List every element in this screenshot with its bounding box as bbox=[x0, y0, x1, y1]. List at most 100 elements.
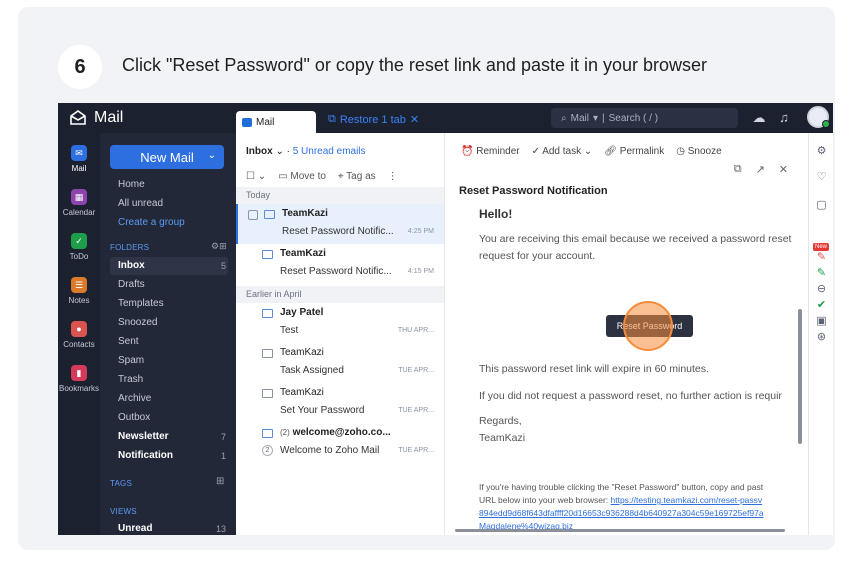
tab-mail[interactable]: Mail bbox=[236, 111, 316, 133]
folder-outbox[interactable]: Outbox bbox=[118, 412, 150, 423]
alarm-icon: ⏰ bbox=[461, 146, 477, 157]
reset-url-link-cont[interactable]: 894edd9d68f643dfaffff20d16653c936288d4b6… bbox=[479, 507, 764, 520]
calendar-icon: ▦ bbox=[71, 189, 87, 205]
views-section-title: VIEWS bbox=[110, 507, 137, 516]
list-item[interactable]: TeamKazi Set Your Password TUE APR... bbox=[236, 383, 444, 423]
link-icon[interactable]: ⊖ bbox=[815, 283, 828, 296]
folder-snoozed[interactable]: Snoozed bbox=[118, 317, 157, 328]
bell-icon[interactable]: ♫ bbox=[776, 110, 792, 126]
vertical-scrollbar[interactable] bbox=[798, 209, 802, 529]
email-greeting: Hello! bbox=[479, 207, 513, 221]
reader-toolbar: ⏰ Reminder ✓ Add task ⌄ 🔗︎ Permalink ◷ S… bbox=[461, 146, 722, 157]
folder-templates[interactable]: Templates bbox=[118, 298, 164, 309]
edit-icon[interactable]: ✎ bbox=[815, 267, 828, 280]
nav-home[interactable]: Home bbox=[118, 179, 145, 190]
add-task-button[interactable]: ✓ Add task ⌄ bbox=[532, 146, 593, 157]
permalink-button[interactable]: 🔗︎ Permalink bbox=[604, 146, 664, 157]
move-to-button[interactable]: ▭ Move to bbox=[278, 171, 326, 182]
rail-item-calendar[interactable]: ▦ Calendar bbox=[58, 189, 100, 217]
rail-item-contacts[interactable]: ● Contacts bbox=[58, 321, 100, 349]
folder-sent[interactable]: Sent bbox=[118, 336, 139, 347]
todo-icon: ✓ bbox=[71, 233, 87, 249]
rail-item-todo[interactable]: ✓ ToDo bbox=[58, 233, 100, 261]
view-unread[interactable]: Unread bbox=[118, 523, 152, 534]
list-item[interactable]: TeamKazi Task Assigned TUE APR... bbox=[236, 343, 444, 383]
online-status-icon bbox=[822, 120, 830, 128]
folder-pane: New Mail ⌄ Home All unread Create a grou… bbox=[100, 133, 236, 535]
group-earlier-april: Earlier in April bbox=[236, 286, 444, 303]
image-icon[interactable]: ▣ bbox=[815, 315, 828, 328]
close-icon[interactable]: ✕ bbox=[779, 163, 788, 176]
link-icon: 🔗︎ bbox=[604, 146, 620, 157]
more-options-icon[interactable]: ⋮ bbox=[388, 171, 398, 182]
list-item[interactable]: (2) welcome@zoho.co... 2 Welcome to Zoho… bbox=[236, 423, 444, 463]
tag-icon: ⌖ bbox=[337, 171, 347, 182]
new-badge: New bbox=[813, 243, 829, 251]
folder-settings-icon[interactable]: ⚙⊞ bbox=[211, 241, 227, 252]
select-all-checkbox[interactable]: ☐ ⌄ bbox=[246, 171, 266, 182]
folder-archive[interactable]: Archive bbox=[118, 393, 151, 404]
rail-item-mail[interactable]: ✉ Mail bbox=[58, 145, 100, 173]
close-icon[interactable]: ✕ bbox=[410, 113, 419, 126]
settings-icon[interactable]: ⚙ bbox=[815, 145, 828, 158]
search-icon: ⌕ bbox=[561, 112, 567, 124]
envelope-icon bbox=[264, 210, 275, 219]
cloud-sync-icon[interactable]: ☁ bbox=[751, 110, 767, 126]
list-toolbar: ☐ ⌄ ▭ Move to ⌖ Tag as ⋮ bbox=[246, 171, 398, 182]
open-envelope-icon bbox=[262, 349, 273, 358]
folder-newsletter[interactable]: Newsletter bbox=[118, 431, 169, 442]
reader-window-controls: ⧉ ↗ ✕ bbox=[734, 163, 788, 176]
envelope-icon bbox=[262, 429, 273, 438]
search-scope-dropdown[interactable]: Mail bbox=[571, 113, 589, 124]
step-instruction: Click "Reset Password" or copy the reset… bbox=[122, 55, 708, 75]
rail-item-bookmarks[interactable]: ▮ Bookmarks bbox=[58, 365, 100, 393]
reset-url-link[interactable]: https://testing.teamkazi.com/reset-passv bbox=[611, 495, 763, 505]
popout-icon[interactable]: ⧉ bbox=[734, 163, 742, 176]
list-item[interactable]: Jay Patel Test THU APR... bbox=[236, 303, 444, 343]
folder-notification[interactable]: Notification bbox=[118, 450, 173, 461]
restore-tab-link[interactable]: ⧉ Restore 1 tab ✕ bbox=[328, 113, 419, 126]
clock-icon: ◷ bbox=[676, 146, 688, 157]
right-rail: ⚙ ♡ ▢ New ✎ ✎ ⊖ ✔ ▣ ⊛ bbox=[808, 133, 833, 535]
thread-count-badge: 2 bbox=[262, 445, 273, 456]
reminder-button[interactable]: ⏰ Reminder bbox=[461, 146, 520, 157]
check-icon[interactable]: ✔ bbox=[815, 299, 828, 312]
integrations-icon[interactable]: ⊛ bbox=[815, 331, 828, 344]
chevron-down-icon[interactable]: ⌄ bbox=[208, 150, 216, 161]
new-mail-button[interactable]: New Mail ⌄ bbox=[110, 145, 224, 169]
row-checkbox[interactable] bbox=[248, 210, 258, 220]
folder-drafts[interactable]: Drafts bbox=[118, 279, 145, 290]
expand-icon[interactable]: ↗ bbox=[756, 163, 765, 176]
list-item[interactable]: TeamKazi Reset Password Notific... 4:15 … bbox=[236, 244, 444, 284]
restore-icon: ⧉ bbox=[328, 113, 336, 125]
create-group-link[interactable]: Create a group bbox=[118, 217, 185, 228]
horizontal-scrollbar[interactable] bbox=[455, 529, 785, 532]
add-tag-icon[interactable]: ⊞ bbox=[216, 476, 224, 487]
avatar[interactable] bbox=[807, 106, 830, 128]
unread-view-count: 13 bbox=[215, 524, 226, 534]
folder-spam[interactable]: Spam bbox=[118, 355, 144, 366]
folders-section-title: FOLDERS bbox=[110, 243, 150, 252]
heart-icon[interactable]: ♡ bbox=[815, 171, 828, 184]
snooze-button[interactable]: ◷ Snooze bbox=[676, 146, 721, 157]
folder-dropdown[interactable]: Inbox bbox=[246, 146, 273, 157]
search-input[interactable]: ⌕ Mail ▾ | Search ( / ) bbox=[551, 108, 738, 128]
window-icon[interactable]: ▢ bbox=[815, 199, 828, 212]
app-icon[interactable]: ✎ bbox=[815, 251, 828, 264]
list-item[interactable]: TeamKazi Reset Password Notific... 4:25 … bbox=[236, 204, 444, 244]
folder-trash[interactable]: Trash bbox=[118, 374, 143, 385]
reset-url-link-end[interactable]: Magdalene%40wizag.biz bbox=[479, 520, 573, 529]
tab-mail-label: Mail bbox=[256, 116, 275, 128]
bookmark-icon: ▮ bbox=[71, 365, 87, 381]
app-brand[interactable]: Mail bbox=[68, 108, 123, 128]
folder-inbox[interactable]: Inbox bbox=[118, 260, 145, 271]
tag-as-button[interactable]: ⌖ Tag as bbox=[338, 171, 376, 182]
chevron-down-icon: ▾ bbox=[592, 112, 598, 124]
envelope-icon bbox=[262, 250, 273, 259]
nav-all-unread[interactable]: All unread bbox=[118, 198, 163, 209]
mail-logo-icon bbox=[70, 110, 86, 125]
mail-tab-icon bbox=[242, 117, 252, 127]
notes-icon: ☰ bbox=[71, 277, 87, 293]
rail-item-notes[interactable]: ☰ Notes bbox=[58, 277, 100, 305]
unread-filter-link[interactable]: 5 Unread emails bbox=[293, 146, 366, 157]
